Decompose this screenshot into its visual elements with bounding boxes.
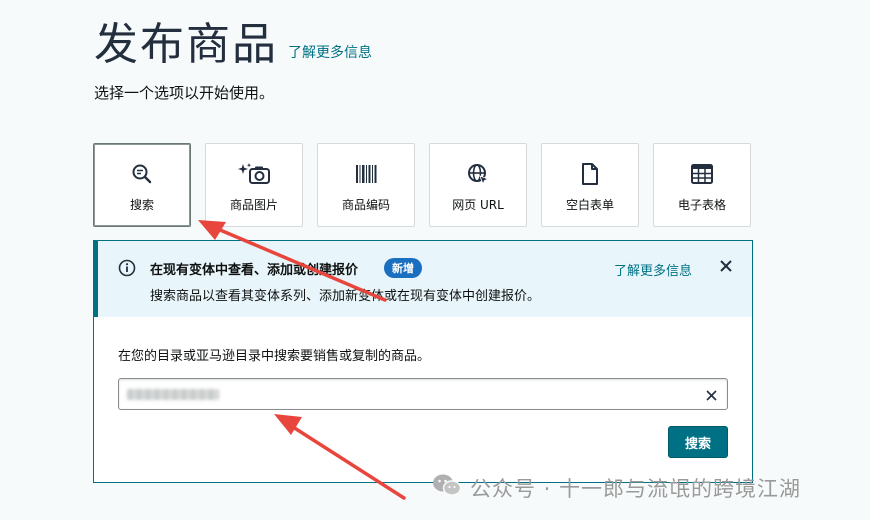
globe-icon: [466, 162, 490, 186]
banner-title: 在现有变体中查看、添加或创建报价: [150, 263, 359, 278]
page-subtitle: 选择一个选项以开始使用。: [94, 84, 275, 102]
title-row: 发布商品 了解更多信息: [94, 18, 372, 72]
search-button[interactable]: 搜索: [668, 426, 728, 458]
tile-label: 电子表格: [677, 198, 726, 212]
close-icon[interactable]: [718, 258, 734, 278]
tile-product-code[interactable]: 商品编码: [317, 143, 415, 227]
banner-learn-more-link[interactable]: 了解更多信息: [614, 260, 692, 279]
learn-more-link[interactable]: 了解更多信息: [288, 42, 372, 62]
document-icon: [580, 162, 600, 186]
wechat-icon: [432, 472, 462, 503]
tile-spreadsheet[interactable]: 电子表格: [653, 143, 751, 227]
tile-label: 网页 URL: [452, 198, 504, 212]
tile-product-image[interactable]: 商品图片: [205, 143, 303, 227]
spreadsheet-icon: [690, 162, 714, 186]
search-box[interactable]: [118, 378, 728, 410]
barcode-icon: [354, 162, 378, 186]
tile-label: 空白表单: [565, 198, 614, 212]
watermark-text: 公众号 · 十一郎与流氓的跨境江湖: [470, 476, 802, 501]
tile-label: 商品图片: [229, 198, 278, 212]
search-icon: [130, 162, 154, 186]
tile-label: 商品编码: [341, 198, 390, 212]
watermark: 公众号 · 十一郎与流氓的跨境江湖: [432, 472, 801, 503]
clear-icon[interactable]: [705, 387, 718, 406]
banner-body: 搜索商品以查看其变体系列、添加新变体或在现有变体中创建报价。: [150, 289, 541, 304]
info-icon: [118, 259, 136, 281]
info-banner: 在现有变体中查看、添加或创建报价 新增 搜索商品以查看其变体系列、添加新变体或在…: [94, 241, 752, 317]
new-badge: 新增: [384, 258, 422, 278]
redacted-search-text: [127, 389, 219, 400]
tile-web-url[interactable]: 网页 URL: [429, 143, 527, 227]
tile-blank-form[interactable]: 空白表单: [541, 143, 639, 227]
search-instruction: 在您的目录或亚马逊目录中搜索要销售或复制的商品。: [118, 349, 431, 364]
search-panel: 在现有变体中查看、添加或创建报价 新增 搜索商品以查看其变体系列、添加新变体或在…: [93, 240, 753, 483]
camera-sparkle-icon: [237, 162, 271, 186]
page-title: 发布商品: [94, 19, 278, 70]
tile-label: 搜索: [129, 198, 154, 212]
tile-search[interactable]: 搜索: [93, 143, 191, 227]
